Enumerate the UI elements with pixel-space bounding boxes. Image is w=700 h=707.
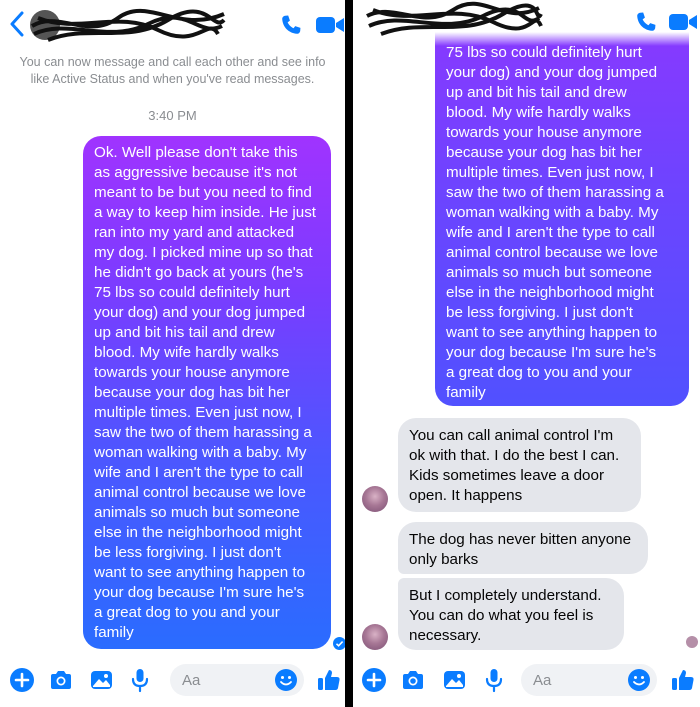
- message-input[interactable]: Aa: [521, 664, 657, 696]
- contact-avatar[interactable]: [362, 624, 388, 650]
- plus-icon[interactable]: [9, 667, 35, 693]
- microphone-icon[interactable]: [481, 667, 507, 693]
- microphone-icon[interactable]: [127, 667, 153, 693]
- camera-icon[interactable]: [48, 667, 74, 693]
- photo-icon[interactable]: [441, 667, 467, 693]
- camera-icon[interactable]: [400, 667, 426, 693]
- photo-icon[interactable]: [88, 667, 114, 693]
- thumbs-up-icon[interactable]: [670, 667, 696, 693]
- outgoing-message-bubble[interactable]: Ok. Well please don't take this as aggre…: [83, 136, 331, 649]
- emoji-icon[interactable]: [274, 668, 298, 692]
- composer-bar: Aa: [353, 655, 700, 707]
- seen-receipt-avatar: [686, 636, 698, 648]
- chat-header: [353, 0, 700, 46]
- thumbs-up-icon[interactable]: [316, 667, 342, 693]
- plus-icon[interactable]: [361, 667, 387, 693]
- chevron-left-icon[interactable]: [10, 11, 24, 37]
- redacted-contact-name: [30, 8, 226, 42]
- left-screenshot: You can now message and call each other …: [0, 0, 345, 707]
- timestamp: 3:40 PM: [148, 108, 197, 123]
- chat-header: [0, 0, 345, 50]
- outgoing-message-bubble-continued[interactable]: 75 lbs so could definitely hurt your dog…: [435, 12, 689, 406]
- video-camera-icon[interactable]: [315, 14, 345, 36]
- incoming-message-bubble[interactable]: The dog has never bitten anyone only bar…: [398, 522, 648, 574]
- incoming-message-bubble[interactable]: You can call animal control I'm ok with …: [398, 418, 641, 512]
- emoji-icon[interactable]: [627, 668, 651, 692]
- incoming-message-bubble[interactable]: But I completely understand. You can do …: [398, 578, 624, 650]
- redacted-contact-name: [366, 1, 543, 36]
- system-note: You can now message and call each other …: [19, 55, 326, 86]
- phone-icon[interactable]: [633, 9, 659, 35]
- phone-icon[interactable]: [278, 12, 304, 38]
- message-input-placeholder: Aa: [533, 672, 552, 689]
- message-input[interactable]: Aa: [170, 664, 304, 696]
- right-screenshot: 75 lbs so could definitely hurt your dog…: [353, 0, 700, 707]
- composer-bar: Aa: [0, 655, 345, 707]
- video-camera-icon[interactable]: [668, 11, 698, 33]
- delivered-check-icon: [333, 637, 345, 650]
- message-input-placeholder: Aa: [182, 672, 201, 689]
- contact-avatar[interactable]: [362, 486, 388, 512]
